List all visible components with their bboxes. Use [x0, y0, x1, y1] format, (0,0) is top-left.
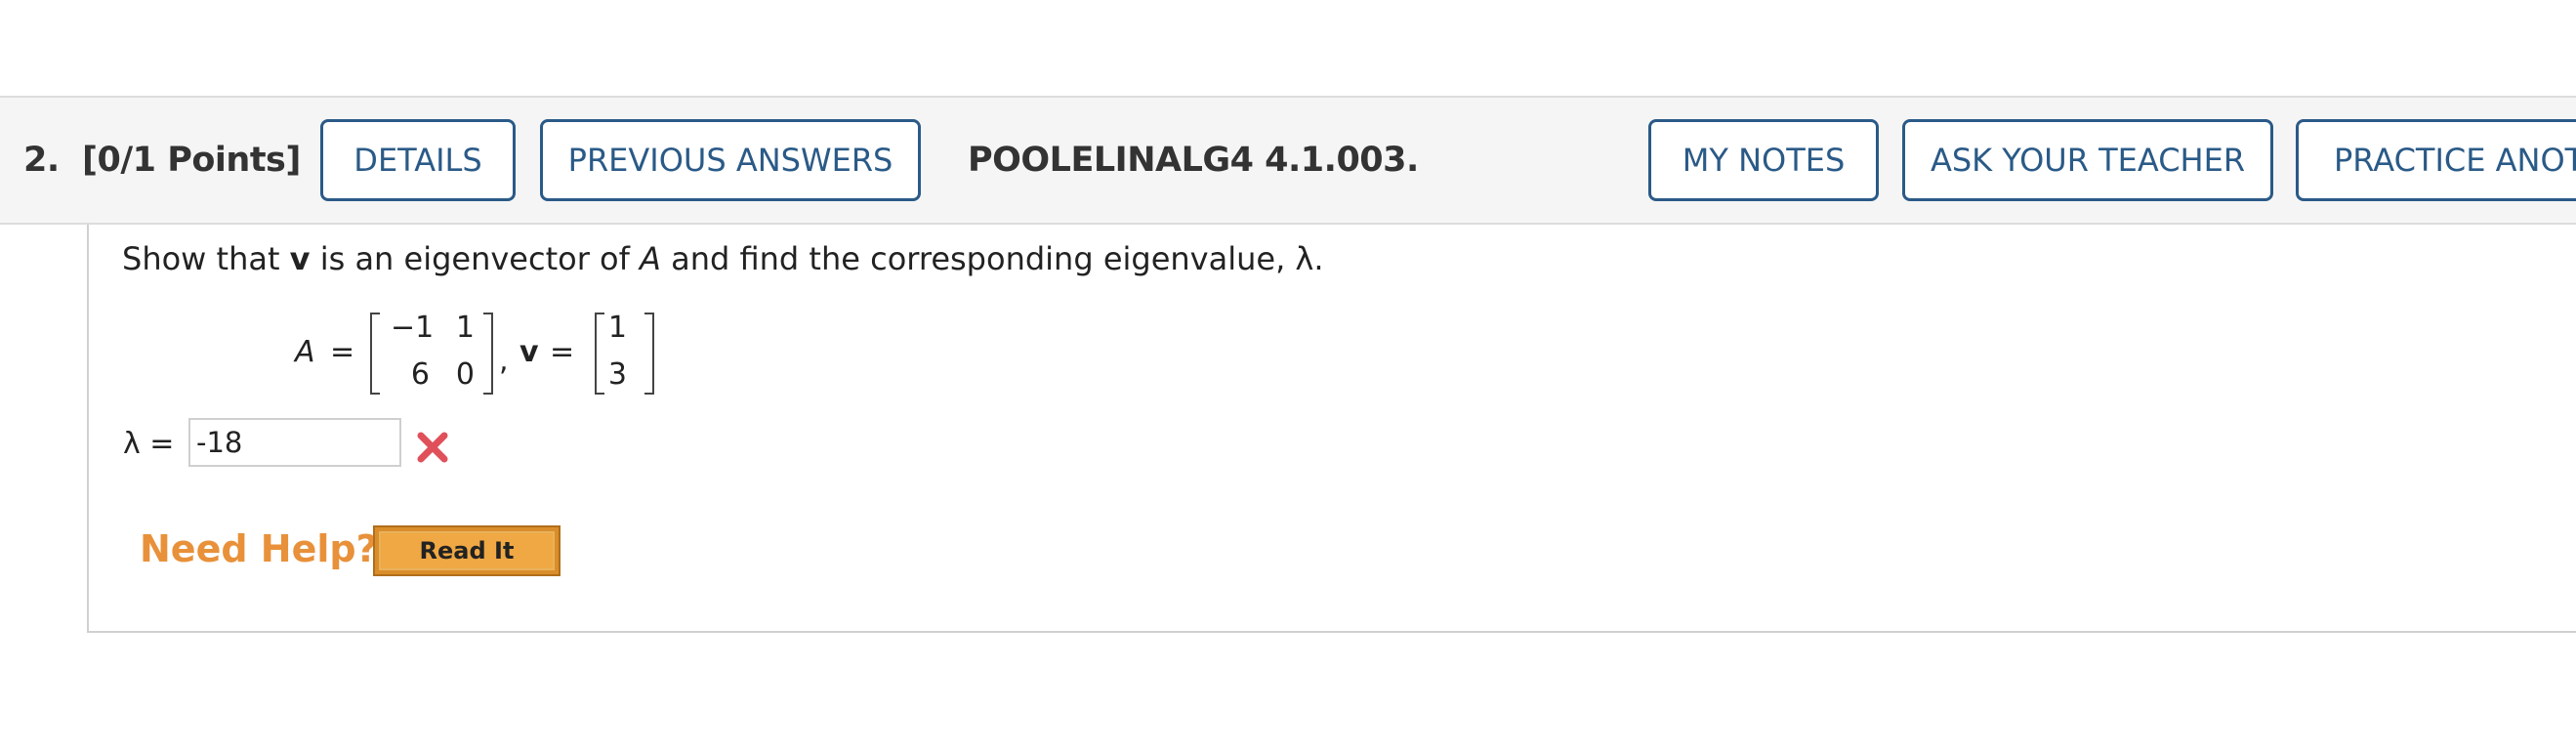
- matrix-a-left-bracket: [370, 313, 380, 395]
- vector-v-label: v: [519, 335, 539, 369]
- read-it-label: Read It: [379, 531, 555, 570]
- question-header: 2. [0/1 Points]: [23, 141, 301, 180]
- comma: ,: [499, 344, 509, 378]
- x-mark-icon: [417, 432, 448, 463]
- ask-your-teacher-button[interactable]: ASK YOUR TEACHER: [1902, 119, 2273, 201]
- matrix-a-label: A: [295, 335, 315, 369]
- problem-code: POOLELINALG4 4.1.003.: [968, 141, 1419, 180]
- matrix-a-cell: 6: [410, 357, 430, 392]
- points-score: [0/1 Points]: [82, 141, 301, 180]
- previous-answers-button[interactable]: PREVIOUS ANSWERS: [540, 119, 921, 201]
- read-it-button[interactable]: Read It: [373, 525, 561, 576]
- details-button[interactable]: DETAILS: [320, 119, 516, 201]
- matrix-a-cell: 0: [455, 357, 475, 392]
- vector-v-cell: 3: [607, 357, 627, 392]
- eigenvalue-answer-input[interactable]: -18: [188, 418, 401, 467]
- need-help-label: Need Help?: [140, 527, 378, 570]
- matrix-a-cell: −1: [391, 311, 435, 345]
- question-number: 2.: [23, 141, 60, 180]
- vector-v-cell: 1: [607, 311, 627, 345]
- vector-v-right-bracket: [644, 313, 654, 395]
- practice-another-button[interactable]: PRACTICE ANOTHER: [2296, 119, 2576, 201]
- lambda-label: λ =: [123, 427, 175, 461]
- matrix-a-right-bracket: [483, 313, 493, 395]
- equals-sign: =: [550, 335, 575, 369]
- equals-sign: =: [330, 335, 355, 369]
- matrix-a-cell: 1: [455, 311, 475, 345]
- question-text: Show that v is an eigenvector of A and f…: [122, 240, 1324, 277]
- my-notes-button[interactable]: MY NOTES: [1648, 119, 1879, 201]
